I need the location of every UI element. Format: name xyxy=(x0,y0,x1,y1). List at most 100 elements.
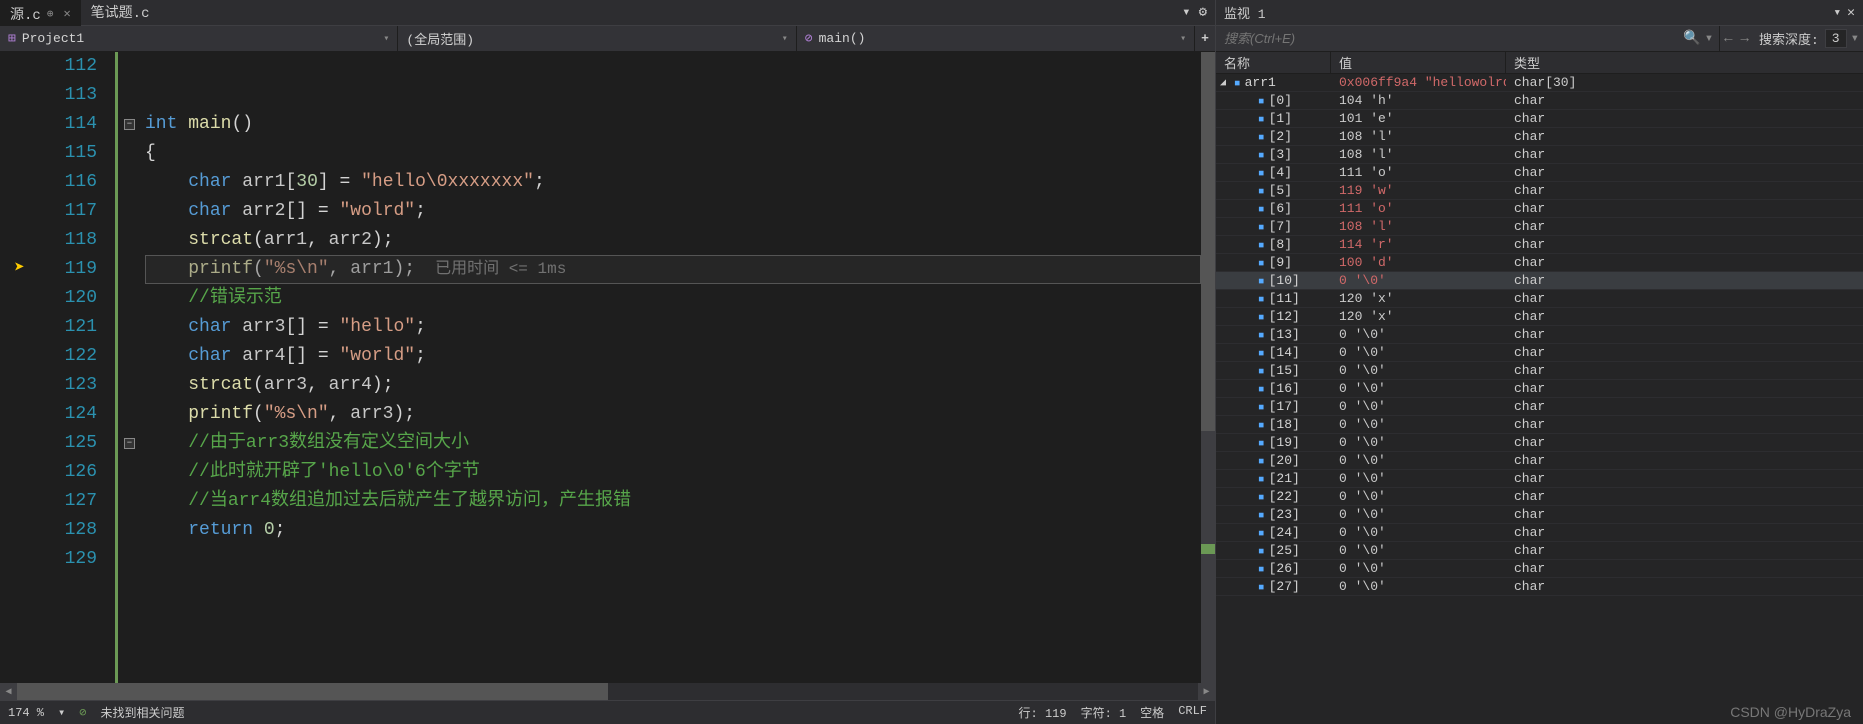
watch-row[interactable]: ◆[1]101 'e'char xyxy=(1216,110,1863,128)
code-line[interactable]: { xyxy=(145,139,1215,168)
code-line[interactable]: return 0; xyxy=(145,516,1215,545)
watch-row[interactable]: ◆[4]111 'o'char xyxy=(1216,164,1863,182)
scrollbar-thumb[interactable] xyxy=(1201,52,1215,431)
breakpoint-gutter[interactable]: ➤ xyxy=(0,52,50,683)
code-line[interactable]: printf("%s\n", arr3); xyxy=(145,400,1215,429)
vertical-scrollbar[interactable] xyxy=(1201,52,1215,683)
watch-row[interactable]: ◆[26]0 '\0'char xyxy=(1216,560,1863,578)
breadcrumb-add-button[interactable]: + xyxy=(1195,31,1215,46)
watch-row[interactable]: ◆[10]0 '\0'char xyxy=(1216,272,1863,290)
code-line[interactable]: char arr4[] = "world"; xyxy=(145,342,1215,371)
code-line[interactable] xyxy=(145,52,1215,81)
close-icon[interactable]: ✕ xyxy=(1847,5,1855,20)
status-column[interactable]: 字符: 1 xyxy=(1081,704,1127,721)
code-line[interactable]: char arr2[] = "wolrd"; xyxy=(145,197,1215,226)
settings-icon[interactable]: ⚙ xyxy=(1199,4,1207,21)
scrollbar-track[interactable] xyxy=(17,683,1198,700)
watch-row[interactable]: ◆[11]120 'x'char xyxy=(1216,290,1863,308)
fold-toggle[interactable]: − xyxy=(124,119,135,130)
watch-row[interactable]: ◆[6]111 'o'char xyxy=(1216,200,1863,218)
watch-row[interactable]: ◆[0]104 'h'char xyxy=(1216,92,1863,110)
watch-row[interactable]: ◆[13]0 '\0'char xyxy=(1216,326,1863,344)
watch-row[interactable]: ◆[21]0 '\0'char xyxy=(1216,470,1863,488)
watch-row[interactable]: ◆[24]0 '\0'char xyxy=(1216,524,1863,542)
watch-row[interactable]: ◆[3]108 'l'char xyxy=(1216,146,1863,164)
code-line[interactable]: //当arr4数组追加过去后就产生了越界访问，产生报错 xyxy=(145,487,1215,516)
var-value: 100 'd' xyxy=(1331,255,1506,270)
code-line[interactable]: int main() xyxy=(145,110,1215,139)
breadcrumb-project[interactable]: ⊞ Project1 ▾ xyxy=(0,26,397,51)
code-line[interactable] xyxy=(145,545,1215,574)
var-value: 104 'h' xyxy=(1331,93,1506,108)
code-line[interactable]: strcat(arr3, arr4); xyxy=(145,371,1215,400)
code-line[interactable]: printf("%s\n", arr1);已用时间 <= 1ms xyxy=(145,255,1215,284)
scrollbar-thumb[interactable] xyxy=(17,683,608,700)
tab-dropdown-icon[interactable]: ▾ xyxy=(1182,4,1190,21)
depth-value[interactable]: 3 xyxy=(1825,29,1847,48)
watch-row[interactable]: ◆[25]0 '\0'char xyxy=(1216,542,1863,560)
watch-row[interactable]: ◆[19]0 '\0'char xyxy=(1216,434,1863,452)
watch-row[interactable]: ◆[23]0 '\0'char xyxy=(1216,506,1863,524)
code-line[interactable]: char arr3[] = "hello"; xyxy=(145,313,1215,342)
watch-row[interactable]: ◆[2]108 'l'char xyxy=(1216,128,1863,146)
watch-row[interactable]: ◆[12]120 'x'char xyxy=(1216,308,1863,326)
search-input[interactable] xyxy=(1216,31,1677,46)
close-icon[interactable]: ✕ xyxy=(63,6,70,21)
var-name: [5] xyxy=(1269,183,1292,198)
tab-1[interactable]: 笔试题.c xyxy=(81,0,160,26)
dropdown-icon[interactable]: ▾ xyxy=(1833,5,1841,20)
header-type[interactable]: 类型 xyxy=(1506,52,1863,73)
code-line[interactable]: //由于arr3数组没有定义空间大小 xyxy=(145,429,1215,458)
watch-row[interactable]: ◆[27]0 '\0'char xyxy=(1216,578,1863,596)
header-value[interactable]: 值 xyxy=(1331,52,1506,73)
status-lineending[interactable]: CRLF xyxy=(1178,704,1207,721)
code-line[interactable]: //错误示范 xyxy=(145,284,1215,313)
code-content[interactable]: int main(){ char arr1[30] = "hello\0xxxx… xyxy=(145,52,1215,683)
tree-collapse-icon[interactable]: ◢ xyxy=(1220,77,1230,89)
watch-row[interactable]: ◆[18]0 '\0'char xyxy=(1216,416,1863,434)
var-type: char xyxy=(1506,507,1863,522)
watch-row[interactable]: ◆[14]0 '\0'char xyxy=(1216,344,1863,362)
scroll-right-icon[interactable]: ▶ xyxy=(1198,686,1215,698)
header-name[interactable]: 名称 xyxy=(1216,52,1331,73)
code-line[interactable]: //此时就开辟了'hello\0'6个字节 xyxy=(145,458,1215,487)
code-line[interactable]: char arr1[30] = "hello\0xxxxxxx"; xyxy=(145,168,1215,197)
next-result-icon[interactable]: → xyxy=(1737,31,1753,47)
search-icon[interactable]: 🔍 xyxy=(1683,30,1700,47)
var-name: [20] xyxy=(1269,453,1300,468)
fold-gutter[interactable]: −− xyxy=(115,52,145,683)
watch-row-root[interactable]: ◢◆arr10x006ff9a4 "hellowolrd"⟳ ▾char[30] xyxy=(1216,74,1863,92)
scroll-left-icon[interactable]: ◀ xyxy=(0,686,17,698)
prev-result-icon[interactable]: ← xyxy=(1720,31,1736,47)
watch-search-bar: 🔍 ▾ ← → 搜索深度: 3 ▾ xyxy=(1216,26,1863,52)
code-editor[interactable]: ➤ 11211311411511611711811912012112212312… xyxy=(0,52,1215,683)
zoom-dropdown-icon[interactable]: ▾ xyxy=(58,705,65,720)
watch-row[interactable]: ◆[20]0 '\0'char xyxy=(1216,452,1863,470)
zoom-level[interactable]: 174 % xyxy=(8,706,44,720)
watch-row[interactable]: ◆[22]0 '\0'char xyxy=(1216,488,1863,506)
horizontal-scrollbar[interactable]: ◀ ▶ xyxy=(0,683,1215,700)
issues-status[interactable]: 未找到相关问题 xyxy=(100,704,184,721)
watch-row[interactable]: ◆[16]0 '\0'char xyxy=(1216,380,1863,398)
code-line[interactable]: strcat(arr1, arr2); xyxy=(145,226,1215,255)
code-line[interactable] xyxy=(145,81,1215,110)
line-number: 128 xyxy=(50,516,97,545)
status-line[interactable]: 行: 119 xyxy=(1019,704,1067,721)
fold-toggle[interactable]: − xyxy=(124,438,135,449)
var-value: 120 'x' xyxy=(1331,309,1506,324)
search-dropdown-icon[interactable]: ▾ xyxy=(1705,30,1713,47)
depth-dropdown-icon[interactable]: ▾ xyxy=(1847,30,1863,47)
status-indent[interactable]: 空格 xyxy=(1140,704,1164,721)
watch-row[interactable]: ◆[7]108 'l'char xyxy=(1216,218,1863,236)
breadcrumb-function[interactable]: ⊘ main() ▾ xyxy=(797,26,1194,51)
watch-row[interactable]: ◆[5]119 'w'char xyxy=(1216,182,1863,200)
pin-icon[interactable]: ⊕ xyxy=(47,7,54,21)
watch-row[interactable]: ◆[15]0 '\0'char xyxy=(1216,362,1863,380)
watch-row[interactable]: ◆[8]114 'r'char xyxy=(1216,236,1863,254)
watch-rows[interactable]: ◢◆arr10x006ff9a4 "hellowolrd"⟳ ▾char[30]… xyxy=(1216,74,1863,724)
tab-0[interactable]: 源.c⊕✕ xyxy=(0,0,81,28)
line-number: 126 xyxy=(50,458,97,487)
watch-row[interactable]: ◆[17]0 '\0'char xyxy=(1216,398,1863,416)
breadcrumb-scope[interactable]: (全局范围) ▾ xyxy=(398,26,795,51)
watch-row[interactable]: ◆[9]100 'd'char xyxy=(1216,254,1863,272)
